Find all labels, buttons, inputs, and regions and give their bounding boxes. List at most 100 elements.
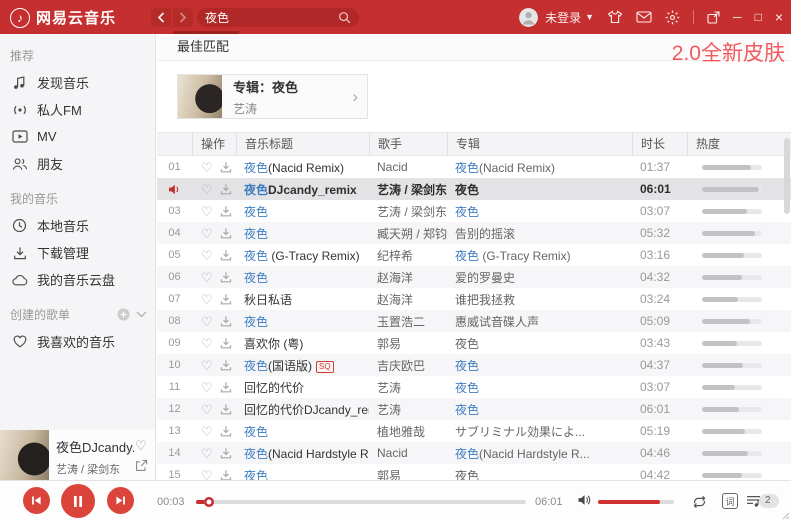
song-album[interactable]: 夜色(Nacid Hardstyle R... [447, 445, 632, 462]
share-icon[interactable] [135, 459, 148, 472]
song-album[interactable]: サブリミナル効果によ... [447, 423, 632, 440]
song-album[interactable]: 夜色 [447, 379, 632, 396]
sidebar-item-mv[interactable]: MV [0, 123, 155, 150]
song-row[interactable]: 08♡夜色玉置浩二惠威试音碟人声05:09 [157, 310, 791, 332]
download-icon[interactable] [220, 293, 232, 305]
song-artist[interactable]: Nacid [369, 160, 447, 174]
favorite-icon[interactable]: ♡ [201, 425, 213, 438]
previous-button[interactable] [23, 487, 50, 514]
song-title[interactable]: 夜色 (G-Tracy Remix) [236, 247, 369, 264]
mail-icon[interactable] [636, 11, 652, 23]
song-row[interactable]: 05♡夜色 (G-Tracy Remix)纪梓希夜色 (G-Tracy Remi… [157, 244, 791, 266]
sidebar-item-friends[interactable]: 朋友 [0, 150, 155, 177]
song-album[interactable]: 夜色 [447, 357, 632, 374]
favorite-icon[interactable]: ♡ [201, 337, 213, 350]
song-row[interactable]: 01♡夜色(Nacid Remix)Nacid夜色(Nacid Remix)01… [157, 156, 791, 178]
favorite-icon[interactable]: ♡ [201, 381, 213, 394]
song-album[interactable]: 夜色(Nacid Remix) [447, 159, 632, 176]
maximize-button[interactable]: □ [755, 11, 762, 23]
favorite-icon[interactable]: ♡ [201, 161, 213, 174]
download-icon[interactable] [220, 315, 232, 327]
song-row[interactable]: 11♡回忆的代价艺涛夜色03:07 [157, 376, 791, 398]
download-icon[interactable] [220, 271, 232, 283]
volume-bar[interactable] [598, 500, 674, 504]
settings-icon[interactable] [665, 10, 680, 25]
close-button[interactable]: × [775, 10, 783, 24]
song-title[interactable]: 夜色 [236, 225, 369, 242]
favorite-icon[interactable]: ♡ [201, 403, 213, 416]
song-artist[interactable]: 艺涛 / 梁剑东 [369, 181, 447, 198]
favorite-icon[interactable]: ♡ [201, 293, 213, 306]
lyrics-button[interactable]: 词 [722, 493, 738, 509]
sidebar-item-music-note[interactable]: 发现音乐 [0, 69, 155, 96]
collapse-section-icon[interactable] [136, 311, 147, 318]
song-row[interactable]: 10♡夜色(国语版)SQ吉庆欧巴夜色04:37 [157, 354, 791, 376]
sidebar-item-fm[interactable]: 私人FM [0, 96, 155, 123]
now-playing-album-art[interactable] [0, 430, 49, 480]
best-match-title[interactable]: 专辑：夜色 [233, 77, 298, 96]
download-icon[interactable] [220, 425, 232, 437]
song-row[interactable]: 12♡回忆的代价DJcandy_remix艺涛夜色06:01 [157, 398, 791, 420]
best-match-card[interactable]: 专辑：夜色 艺涛 › [177, 74, 368, 119]
favorite-icon[interactable]: ♡ [201, 447, 213, 460]
search-icon[interactable] [338, 11, 351, 24]
song-title[interactable]: 回忆的代价DJcandy_remix [236, 401, 369, 418]
favorite-icon[interactable]: ♡ [201, 271, 213, 284]
best-match-artist[interactable]: 艺涛 [233, 100, 298, 117]
song-album[interactable]: 夜色 [447, 203, 632, 220]
download-icon[interactable] [220, 227, 232, 239]
song-artist[interactable]: 艺涛 [369, 401, 447, 418]
playlist-queue-button[interactable]: 2 [746, 494, 779, 508]
sidebar-item-local-music[interactable]: 本地音乐 [0, 212, 155, 239]
song-artist[interactable]: 纪梓希 [369, 247, 447, 264]
back-button[interactable] [151, 8, 171, 27]
song-title[interactable]: 夜色 [236, 269, 369, 286]
favorite-icon[interactable]: ♡ [201, 315, 213, 328]
resize-grip[interactable] [780, 510, 790, 520]
next-button[interactable] [107, 487, 134, 514]
favorite-icon[interactable]: ♡ [201, 359, 213, 372]
favorite-icon[interactable]: ♡ [201, 469, 213, 481]
song-row[interactable]: 13♡夜色植地雅哉サブリミナル効果によ...05:19 [157, 420, 791, 442]
download-icon[interactable] [220, 403, 232, 415]
song-row[interactable]: 14♡夜色(Nacid Hardstyle Remix)Nacid夜色(Naci… [157, 442, 791, 464]
favorite-icon[interactable]: ♡ [201, 205, 213, 218]
song-row[interactable]: 06♡夜色赵海洋爱的罗曼史04:32 [157, 266, 791, 288]
download-icon[interactable] [220, 183, 232, 195]
song-row[interactable]: 15♡夜色郭易夜色04:42 [157, 464, 791, 480]
volume-icon[interactable] [577, 494, 592, 506]
forward-button[interactable] [173, 8, 193, 27]
favorite-icon[interactable]: ♡ [135, 439, 148, 452]
song-artist[interactable]: 郭易 [369, 335, 447, 352]
sidebar-item-download[interactable]: 下载管理 [0, 239, 155, 266]
song-row[interactable]: 07♡秋日私语赵海洋谁把我拯救03:24 [157, 288, 791, 310]
song-title[interactable]: 喜欢你 (粤) [236, 335, 369, 352]
scrollbar-thumb[interactable] [784, 138, 790, 214]
song-title[interactable]: 夜色(国语版)SQ [236, 357, 369, 374]
song-row[interactable]: 04♡夜色臧天朔 / 郑钧 / 唐...告别的摇滚05:32 [157, 222, 791, 244]
download-icon[interactable] [220, 249, 232, 261]
pause-button[interactable] [61, 484, 95, 518]
song-artist[interactable]: 赵海洋 [369, 291, 447, 308]
download-icon[interactable] [220, 381, 232, 393]
download-icon[interactable] [220, 447, 232, 459]
song-album[interactable]: 夜色 [447, 467, 632, 481]
avatar[interactable] [519, 8, 538, 27]
best-match-cover[interactable] [178, 75, 222, 118]
favorite-icon[interactable]: ♡ [201, 183, 213, 196]
download-icon[interactable] [220, 469, 232, 480]
song-row[interactable]: ♡夜色DJcandy_remix艺涛 / 梁剑东夜色06:01 [157, 178, 791, 200]
song-album[interactable]: 夜色 [447, 401, 632, 418]
song-title[interactable]: 夜色 [236, 313, 369, 330]
add-playlist-icon[interactable] [117, 308, 130, 321]
song-album[interactable]: 告别的摇滚 [447, 225, 632, 242]
search-box[interactable] [197, 8, 359, 27]
song-row[interactable]: 03♡夜色艺涛 / 梁剑东夜色03:07 [157, 200, 791, 222]
loop-mode-icon[interactable] [691, 495, 708, 509]
song-artist[interactable]: 赵海洋 [369, 269, 447, 286]
favorite-icon[interactable]: ♡ [201, 227, 213, 240]
download-icon[interactable] [220, 205, 232, 217]
now-playing-artist[interactable]: 艺涛 / 梁剑东 [56, 461, 134, 477]
song-album[interactable]: 夜色 [447, 335, 632, 352]
progress-bar[interactable] [196, 500, 526, 504]
